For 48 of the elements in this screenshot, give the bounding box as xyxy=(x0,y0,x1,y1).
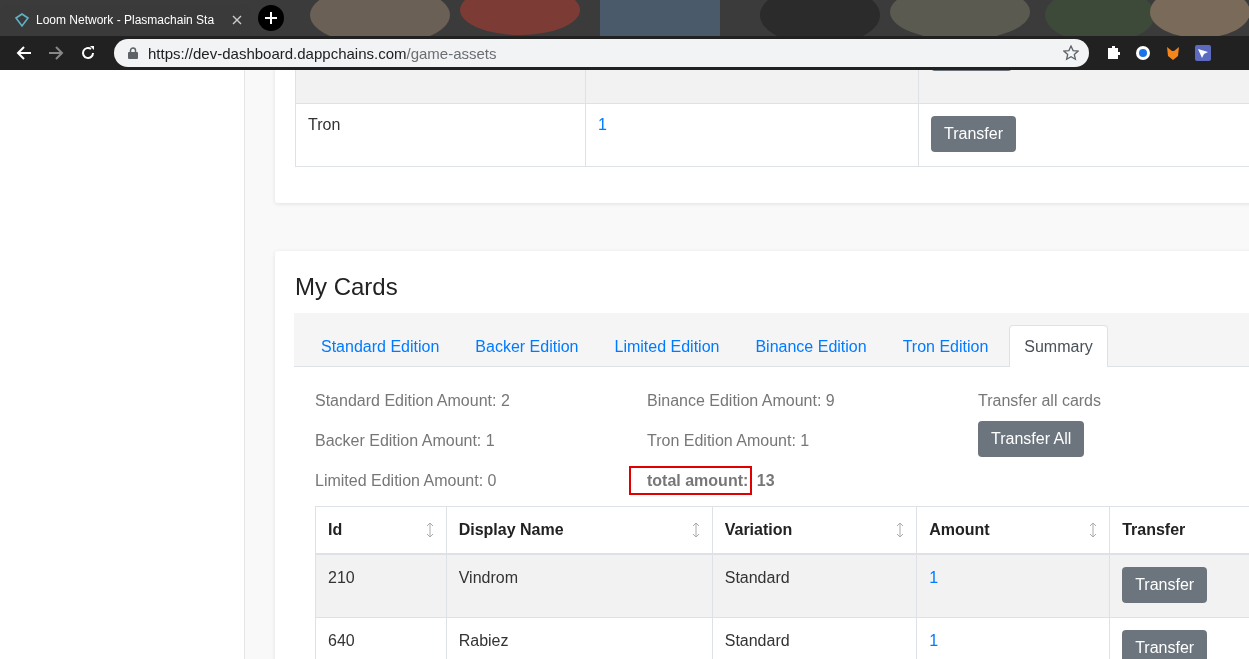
section-title: My Cards xyxy=(295,273,399,301)
transfer-all-button[interactable]: Transfer All xyxy=(978,421,1085,457)
transfer-button[interactable]: Transfer xyxy=(931,116,1016,152)
total-label: total amount: xyxy=(647,472,749,489)
table-cell: 210 xyxy=(328,569,355,586)
column-header: Transfer xyxy=(1122,521,1186,539)
transfer-button[interactable]: Transfer xyxy=(1122,630,1208,659)
amount-text: Tron Edition Amount: 1 xyxy=(647,431,811,451)
logo-icon xyxy=(14,12,30,28)
amount-text: Binance Edition Amount: 9 xyxy=(647,391,836,411)
column-header: Variation xyxy=(724,521,793,539)
extension-icon[interactable] xyxy=(1105,45,1121,61)
tab-title: Loom Network - Plasmachain Sta xyxy=(36,13,216,27)
table-cell: Vindrom xyxy=(458,569,518,586)
edition-tab[interactable]: Binance Edition xyxy=(740,325,882,367)
table-cell: Tron xyxy=(308,116,341,133)
amount-text: Standard Edition Amount: 2 xyxy=(315,391,511,411)
table-cell: 1 xyxy=(929,632,939,649)
amount-text: Limited Edition Amount: 0 xyxy=(315,471,498,491)
transfer-button[interactable]: Transfer xyxy=(1122,567,1208,603)
fox-icon[interactable] xyxy=(1165,45,1181,61)
table-cell: Standard xyxy=(724,569,790,586)
table-cell: Standard xyxy=(724,632,790,649)
total-value: 13 xyxy=(756,472,775,489)
table-cell: 1 xyxy=(929,569,939,586)
forward-icon[interactable] xyxy=(48,45,64,61)
transfer-all-label: Transfer all cards xyxy=(978,391,1102,411)
close-icon[interactable] xyxy=(232,15,242,25)
column-header: Amount xyxy=(929,521,990,539)
table-cell: Rabiez xyxy=(458,632,509,649)
edition-tab[interactable]: Backer Edition xyxy=(460,325,594,367)
star-icon[interactable] xyxy=(1063,45,1079,61)
lock-icon xyxy=(128,47,138,59)
table-cell: 640 xyxy=(328,632,355,649)
edition-tab[interactable]: Standard Edition xyxy=(306,325,455,367)
extension-icon[interactable] xyxy=(1135,45,1151,61)
reload-icon[interactable] xyxy=(80,45,96,61)
edition-tab[interactable]: Limited Edition xyxy=(599,325,735,367)
address-bar[interactable]: https://dev-dashboard.dappchains.com/game-assets xyxy=(114,39,1089,67)
url-text: https://dev-dashboard.dappchains.com/game-assets xyxy=(148,44,497,62)
back-icon[interactable] xyxy=(16,45,32,61)
amount-text: Backer Edition Amount: 1 xyxy=(315,431,496,451)
plus-icon xyxy=(264,11,278,25)
column-header: Display Name xyxy=(458,521,564,539)
column-header: Id xyxy=(328,521,343,539)
table-cell: 1 xyxy=(598,116,607,133)
edition-tab[interactable]: Summary xyxy=(1009,325,1108,367)
edition-tab[interactable]: Tron Edition xyxy=(887,325,1004,367)
